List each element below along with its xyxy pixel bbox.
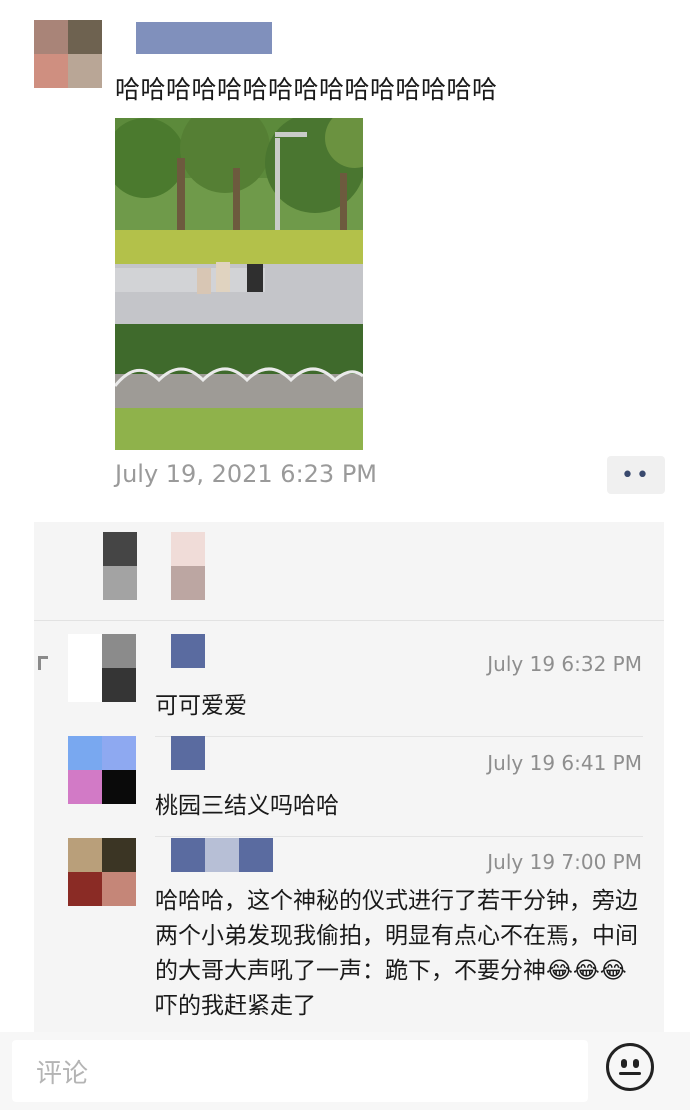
comment-text: 哈哈哈，这个神秘的仪式进行了若干分钟，旁边两个小弟发现我偷拍，明显有点心不在焉，…: [155, 888, 638, 1019]
commenter-name[interactable]: [171, 736, 205, 770]
post-photo[interactable]: [115, 118, 363, 450]
poster-avatar[interactable]: [34, 20, 102, 88]
comment-text: 桃园三结义吗哈哈: [155, 793, 339, 819]
post-text: 哈哈哈哈哈哈哈哈哈哈哈哈哈哈哈: [115, 75, 498, 104]
commenter-name[interactable]: [171, 634, 205, 668]
poster-name[interactable]: [136, 22, 272, 54]
post-timestamp: July 19, 2021 6:23 PM: [115, 460, 377, 488]
likes-divider: [34, 620, 664, 621]
comment-input[interactable]: 评论: [12, 1040, 588, 1102]
smiley-face-icon[interactable]: [606, 1043, 654, 1091]
comment-divider: [155, 836, 643, 837]
like-avatar[interactable]: [103, 532, 137, 600]
comment-time: July 19 7:00 PM: [487, 850, 642, 874]
comment-divider: [155, 736, 643, 737]
comment-avatar[interactable]: [68, 838, 136, 906]
comment-text: 可可爱爱: [155, 693, 247, 719]
comment-time: July 19 6:32 PM: [487, 652, 642, 676]
comment-avatar[interactable]: [68, 634, 136, 702]
comment-icon: [38, 656, 48, 670]
comment-time: July 19 6:41 PM: [487, 751, 642, 775]
comment-avatar[interactable]: [68, 736, 136, 804]
more-options-button[interactable]: ••: [607, 456, 665, 494]
commenter-name[interactable]: [171, 838, 273, 872]
like-avatar[interactable]: [171, 532, 205, 600]
